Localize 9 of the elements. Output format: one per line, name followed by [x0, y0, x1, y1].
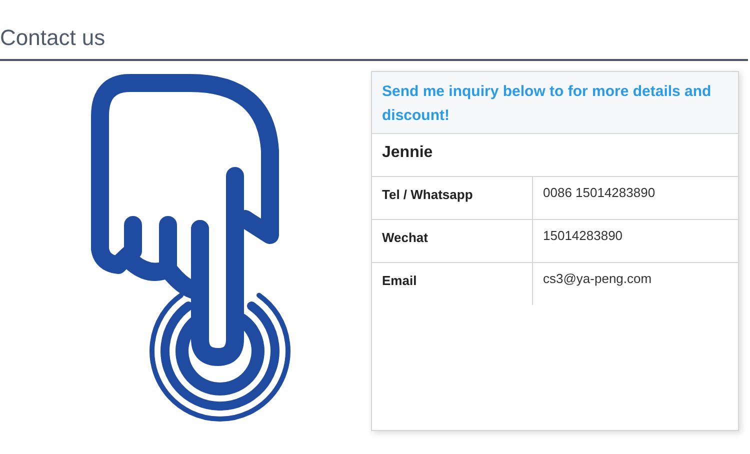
table-cell-text: 15014283890 — [542, 227, 624, 245]
inquiry-prompt: Send me inquiry below to for more details and discount! — [372, 72, 738, 134]
section-heading: Contact us — [0, 24, 106, 52]
table-cell: Tel / Whatsapp — [372, 177, 533, 219]
table-cell: Email — [372, 263, 533, 305]
table-cell: Wechat — [372, 220, 533, 262]
table-cell-text: cs3@ya-peng.com — [542, 270, 653, 288]
table-cell-text: 0086 15014283890 — [542, 184, 656, 202]
contact-name: Jennie — [372, 134, 738, 177]
